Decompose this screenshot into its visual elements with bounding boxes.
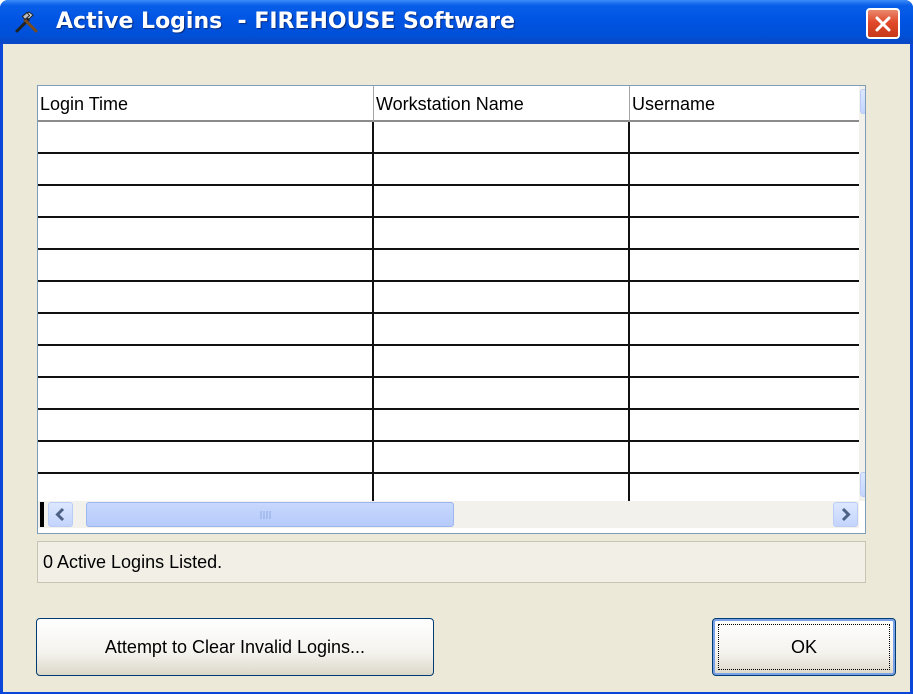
- chevron-up-icon: [861, 90, 866, 113]
- table-cell[interactable]: [38, 346, 374, 378]
- table-row[interactable]: [38, 122, 859, 154]
- table-cell[interactable]: [630, 154, 859, 186]
- table-cell[interactable]: [38, 314, 374, 346]
- table-cell[interactable]: [374, 442, 630, 474]
- scroll-down-button[interactable]: [860, 472, 866, 497]
- column-header-login-time[interactable]: Login Time: [38, 86, 374, 122]
- dialog-window: Active Logins - FIREHOUSE Software Login…: [0, 0, 913, 694]
- table-row[interactable]: [38, 282, 859, 314]
- table-cell[interactable]: [630, 442, 859, 474]
- table-cell[interactable]: [374, 346, 630, 378]
- grid-header: Login Time Workstation Name Username: [38, 86, 859, 122]
- table-row[interactable]: [38, 442, 859, 474]
- table-row[interactable]: [38, 314, 859, 346]
- table-cell[interactable]: [38, 282, 374, 314]
- window-title: Active Logins - FIREHOUSE Software: [56, 9, 516, 34]
- table-cell[interactable]: [374, 122, 630, 154]
- table-cell[interactable]: [38, 154, 374, 186]
- table-cell[interactable]: [38, 186, 374, 218]
- column-header-workstation-name[interactable]: Workstation Name: [374, 86, 630, 122]
- tools-icon: [14, 10, 40, 34]
- table-cell[interactable]: [630, 218, 859, 250]
- table-cell[interactable]: [374, 154, 630, 186]
- chevron-right-icon: [841, 507, 851, 522]
- grip-icon: [260, 511, 271, 519]
- table-cell[interactable]: [38, 410, 374, 442]
- table-row[interactable]: [38, 410, 859, 442]
- horizontal-scroll-thumb[interactable]: [86, 502, 454, 527]
- status-bar: 0 Active Logins Listed.: [37, 541, 866, 583]
- table-cell[interactable]: [630, 250, 859, 282]
- table-cell[interactable]: [374, 186, 630, 218]
- table-row[interactable]: [38, 250, 859, 282]
- table-row[interactable]: [38, 346, 859, 378]
- close-icon: [875, 16, 891, 32]
- table-cell[interactable]: [630, 314, 859, 346]
- scroll-left-button[interactable]: [48, 502, 73, 527]
- focus-rectangle: [718, 624, 890, 670]
- chevron-down-icon: [861, 473, 866, 496]
- table-cell[interactable]: [38, 250, 374, 282]
- table-cell[interactable]: [38, 474, 374, 501]
- table-cell[interactable]: [630, 282, 859, 314]
- table-cell[interactable]: [630, 474, 859, 501]
- table-row[interactable]: [38, 378, 859, 410]
- table-cell[interactable]: [374, 250, 630, 282]
- table-cell[interactable]: [630, 122, 859, 154]
- table-cell[interactable]: [630, 378, 859, 410]
- table-cell[interactable]: [38, 442, 374, 474]
- title-bar[interactable]: Active Logins - FIREHOUSE Software: [0, 0, 913, 44]
- table-cell[interactable]: [630, 346, 859, 378]
- table-cell[interactable]: [630, 410, 859, 442]
- logins-grid[interactable]: Login Time Workstation Name Username: [37, 85, 866, 534]
- table-cell[interactable]: [374, 378, 630, 410]
- table-cell[interactable]: [374, 474, 630, 501]
- table-row[interactable]: [38, 186, 859, 218]
- ok-button[interactable]: OK: [712, 618, 896, 676]
- table-cell[interactable]: [38, 122, 374, 154]
- table-row[interactable]: [38, 154, 859, 186]
- column-header-username[interactable]: Username: [630, 86, 859, 122]
- chevron-left-icon: [55, 507, 65, 522]
- table-cell[interactable]: [374, 410, 630, 442]
- vertical-scrollbar[interactable]: [859, 86, 866, 501]
- table-row[interactable]: [38, 218, 859, 250]
- table-cell[interactable]: [374, 282, 630, 314]
- horizontal-scrollbar[interactable]: [38, 501, 859, 528]
- table-cell[interactable]: [374, 314, 630, 346]
- scroll-right-button[interactable]: [833, 502, 858, 527]
- table-cell[interactable]: [38, 218, 374, 250]
- grid-rows: [38, 122, 859, 501]
- scroll-edge-marker: [40, 502, 44, 527]
- table-cell[interactable]: [630, 186, 859, 218]
- table-cell[interactable]: [38, 378, 374, 410]
- scroll-up-button[interactable]: [860, 89, 866, 114]
- table-row[interactable]: [38, 474, 859, 501]
- table-cell[interactable]: [374, 218, 630, 250]
- close-button[interactable]: [866, 8, 900, 39]
- clear-invalid-logins-button[interactable]: Attempt to Clear Invalid Logins...: [36, 618, 434, 676]
